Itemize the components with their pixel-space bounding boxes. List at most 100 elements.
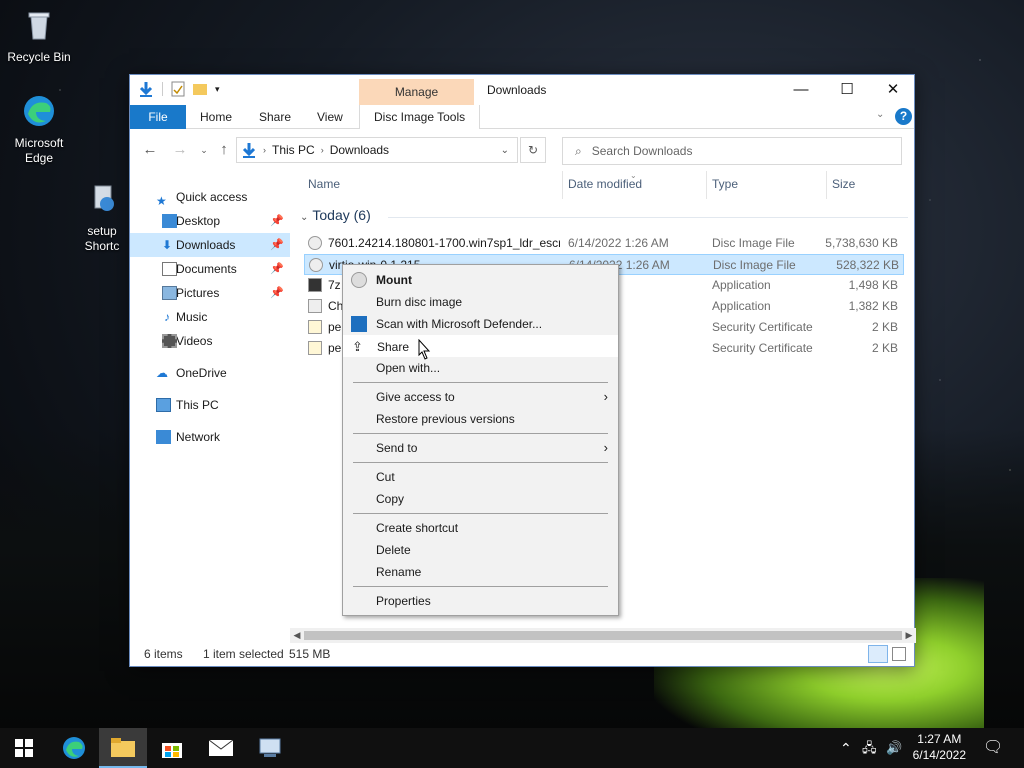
- taskbar-setup-app[interactable]: [246, 728, 294, 768]
- nav-label: Music: [176, 310, 208, 324]
- desktop-icon-setup-shortcut[interactable]: setup Shortc: [72, 182, 132, 254]
- tab-disc-image-tools[interactable]: Disc Image Tools: [359, 105, 481, 129]
- search-input[interactable]: ⌕ Search Downloads: [562, 137, 902, 165]
- minimize-button[interactable]: —: [778, 75, 824, 105]
- ribbon-tabs: File Home Share View Disc Image Tools ⌄ …: [130, 105, 914, 129]
- manage-context-tab[interactable]: Manage: [359, 79, 474, 105]
- forward-arrow-icon[interactable]: →: [170, 140, 190, 160]
- properties-icon[interactable]: [171, 81, 185, 97]
- taskbar-file-explorer[interactable]: [99, 728, 147, 768]
- desktop-icon-recycle-bin[interactable]: Recycle Bin: [0, 8, 79, 65]
- up-arrow-icon[interactable]: ↑: [214, 140, 234, 160]
- menu-item-scan-with-microsoft-defender[interactable]: Scan with Microsoft Defender...: [343, 313, 618, 335]
- cursor-hand-icon: [418, 339, 431, 360]
- network-tray-icon[interactable]: 🖧: [862, 728, 877, 768]
- file-size: 5,738,630 KB: [825, 236, 898, 250]
- nav-downloads[interactable]: ⬇ Downloads 📌: [130, 233, 290, 257]
- taskbar-store[interactable]: [148, 728, 196, 768]
- tab-home[interactable]: Home: [186, 105, 246, 129]
- status-item-count: 6 items: [144, 647, 183, 661]
- show-hidden-icons-icon[interactable]: ⌃: [840, 728, 852, 768]
- menu-separator: [353, 462, 608, 463]
- pictures-icon: [162, 286, 177, 300]
- column-header-name[interactable]: Name: [308, 177, 340, 191]
- pin-icon[interactable]: 📌: [270, 233, 284, 257]
- taskbar-mail[interactable]: [197, 728, 245, 768]
- group-header-today[interactable]: ⌄ Today (6): [300, 207, 371, 223]
- scroll-left-icon[interactable]: ◀: [290, 628, 304, 643]
- refresh-button[interactable]: ↻: [520, 137, 546, 163]
- menu-item-properties[interactable]: Properties: [343, 590, 618, 612]
- notifications-icon[interactable]: 🗨: [983, 728, 1003, 768]
- nav-quick-access[interactable]: ★ Quick access: [130, 185, 290, 209]
- address-bar[interactable]: › This PC › Downloads ⌄: [236, 137, 518, 163]
- scrollbar-thumb[interactable]: [304, 631, 902, 640]
- tab-share[interactable]: Share: [245, 105, 305, 129]
- menu-item-mount[interactable]: Mount: [343, 269, 618, 291]
- context-menu: Mount Burn disc image Scan with Microsoft …: [342, 264, 619, 616]
- breadcrumb-downloads[interactable]: Downloads: [330, 143, 389, 157]
- taskbar-edge[interactable]: [50, 728, 98, 768]
- help-icon[interactable]: ?: [895, 108, 912, 125]
- close-button[interactable]: ✕: [870, 75, 916, 105]
- computer-icon: [156, 398, 171, 412]
- menu-item-burn-disc-image[interactable]: Burn disc image: [343, 291, 618, 313]
- menu-item-cut[interactable]: Cut: [343, 466, 618, 488]
- nav-onedrive[interactable]: ☁ OneDrive: [130, 361, 290, 385]
- file-type: Security Certificate: [712, 341, 813, 355]
- nav-desktop[interactable]: Desktop 📌: [130, 209, 290, 233]
- menu-item-give-access-to[interactable]: Give access to ›: [343, 386, 618, 408]
- column-header-size[interactable]: Size: [832, 177, 855, 191]
- menu-item-open-with[interactable]: Open with...: [343, 357, 618, 379]
- menu-item-send-to[interactable]: Send to ›: [343, 437, 618, 459]
- download-arrow-icon[interactable]: [138, 81, 154, 97]
- nav-label: Desktop: [176, 214, 221, 228]
- column-divider[interactable]: [562, 171, 563, 199]
- music-icon: ♪: [164, 310, 170, 324]
- column-divider[interactable]: [706, 171, 707, 199]
- menu-item-label: Give access to: [376, 390, 455, 404]
- menu-item-restore-previous-versions[interactable]: Restore previous versions: [343, 408, 618, 430]
- address-dropdown-icon[interactable]: ⌄: [501, 145, 509, 156]
- tab-file[interactable]: File: [130, 105, 186, 129]
- new-folder-icon[interactable]: [193, 82, 207, 96]
- file-type: Disc Image File: [712, 236, 795, 250]
- expand-ribbon-icon[interactable]: ⌄: [876, 109, 884, 120]
- clock[interactable]: 1:27 AM 6/14/2022: [913, 731, 966, 763]
- column-header-type[interactable]: Type: [712, 177, 738, 191]
- large-icons-view-icon[interactable]: [892, 647, 906, 661]
- scroll-right-icon[interactable]: ▶: [902, 628, 916, 643]
- menu-item-delete[interactable]: Delete: [343, 539, 618, 561]
- pin-icon[interactable]: 📌: [270, 257, 284, 281]
- breadcrumb-this-pc[interactable]: This PC: [272, 143, 315, 157]
- title-bar[interactable]: ▾ Manage Downloads — ☐ ✕: [130, 75, 914, 105]
- volume-icon[interactable]: 🔊: [886, 728, 902, 768]
- horizontal-scrollbar[interactable]: ◀ ▶: [290, 628, 916, 643]
- nav-network[interactable]: Network: [130, 425, 290, 449]
- menu-item-share[interactable]: ⇪ Share: [343, 335, 618, 357]
- tab-view[interactable]: View: [303, 105, 357, 129]
- desktop-icon-label: Recycle Bin: [7, 50, 71, 64]
- maximize-button[interactable]: ☐: [824, 75, 870, 105]
- menu-item-create-shortcut[interactable]: Create shortcut: [343, 517, 618, 539]
- recent-locations-icon[interactable]: ⌄: [194, 140, 214, 160]
- pin-icon[interactable]: 📌: [270, 281, 284, 305]
- column-divider[interactable]: [826, 171, 827, 199]
- pin-icon[interactable]: 📌: [270, 209, 284, 233]
- menu-item-copy[interactable]: Copy: [343, 488, 618, 510]
- clock-date: 6/14/2022: [912, 748, 966, 762]
- nav-this-pc[interactable]: This PC: [130, 393, 290, 417]
- details-view-icon[interactable]: [868, 645, 888, 663]
- desktop-icon-edge[interactable]: Microsoft Edge: [0, 94, 79, 166]
- navigation-pane: ★ Quick access Desktop 📌 ⬇ Downloads 📌 D…: [130, 185, 290, 449]
- file-row[interactable]: 7601.24214.180801-1700.win7sp1_ldr_escr.…: [304, 233, 904, 254]
- menu-item-rename[interactable]: Rename: [343, 561, 618, 583]
- start-button[interactable]: [0, 728, 48, 768]
- nav-music[interactable]: ♪ Music: [130, 305, 290, 329]
- qa-dropdown-icon[interactable]: ▾: [215, 81, 223, 97]
- nav-pictures[interactable]: Pictures 📌: [130, 281, 290, 305]
- back-arrow-icon[interactable]: ←: [140, 140, 160, 160]
- nav-videos[interactable]: Videos: [130, 329, 290, 353]
- documents-icon: [162, 262, 177, 276]
- nav-documents[interactable]: Documents 📌: [130, 257, 290, 281]
